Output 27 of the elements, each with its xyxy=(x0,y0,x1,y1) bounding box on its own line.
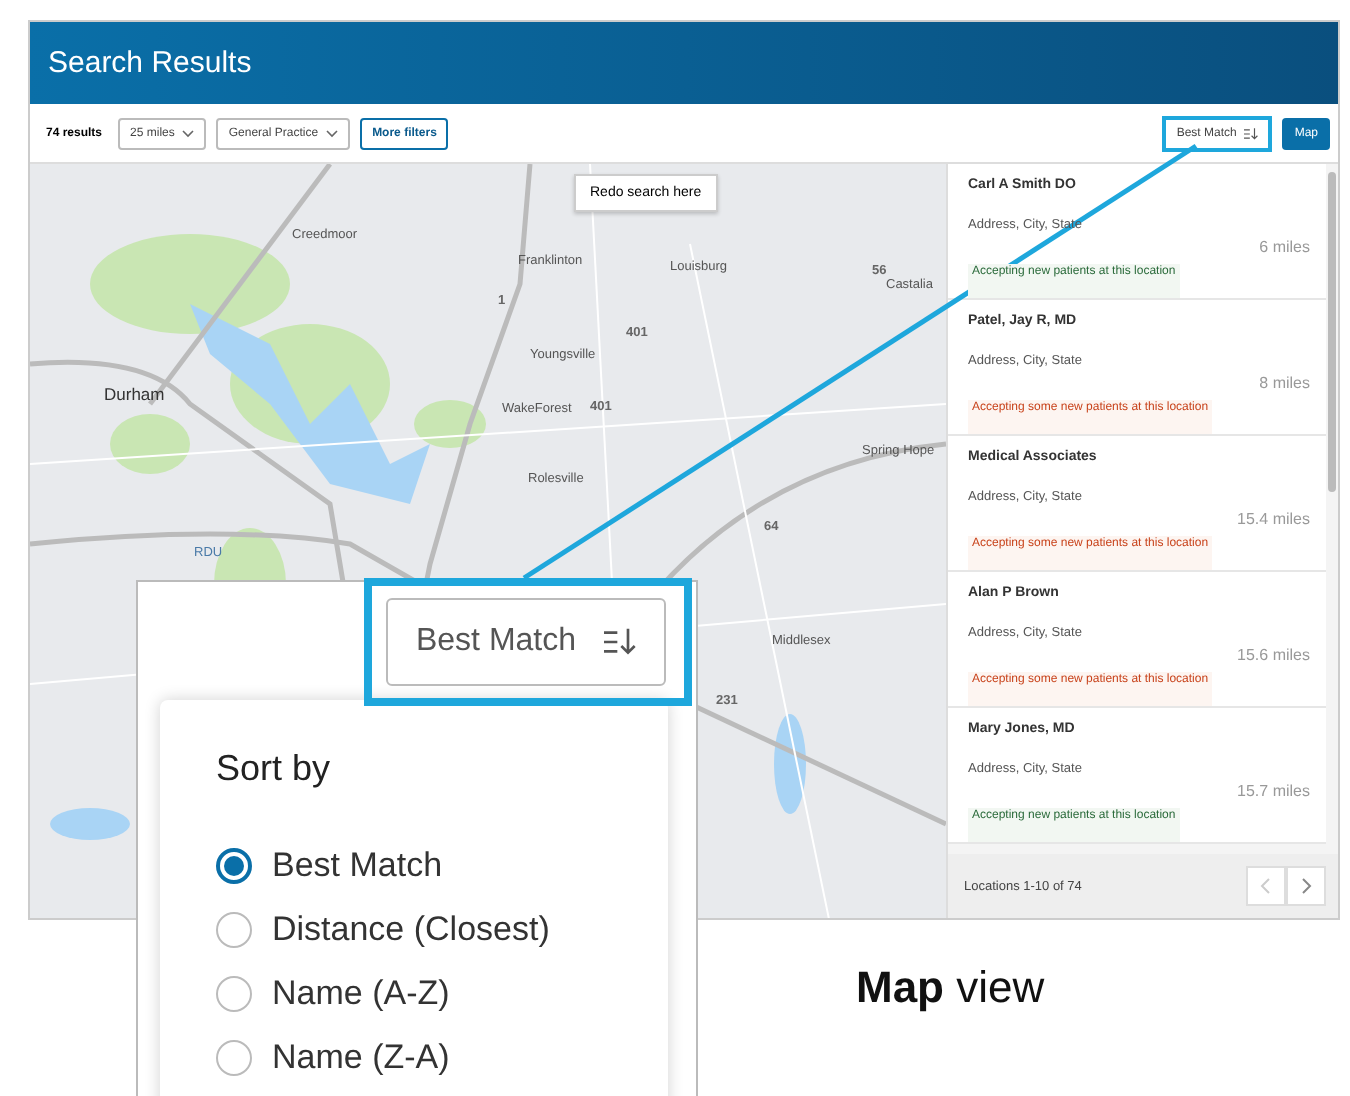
next-page-button[interactable] xyxy=(1286,866,1326,906)
chevron-left-icon xyxy=(1260,878,1272,894)
radio-button[interactable] xyxy=(216,976,252,1012)
previous-page-button[interactable] xyxy=(1246,866,1286,906)
chevron-right-icon xyxy=(1300,878,1312,894)
sort-icon xyxy=(604,628,637,656)
sort-option[interactable]: Name (A-Z) xyxy=(216,962,450,1026)
distance-text: 15.4 miles xyxy=(1237,509,1310,528)
radio-button[interactable] xyxy=(216,1040,252,1076)
distance-text: 15.7 miles xyxy=(1237,781,1310,800)
sort-option[interactable]: Distance (Closest) xyxy=(216,898,550,962)
sort-button[interactable]: Best Match xyxy=(386,598,666,686)
chevron-down-icon xyxy=(326,129,339,137)
distance-text: 6 miles xyxy=(1259,237,1310,256)
sort-option[interactable]: Best Match xyxy=(216,834,443,898)
sort-icon xyxy=(1244,127,1259,139)
sort-option[interactable]: Name (Z-A) xyxy=(216,1026,450,1090)
dropdown-title: Sort by xyxy=(216,748,333,790)
radio-button[interactable] xyxy=(216,912,252,948)
chevron-down-icon xyxy=(182,129,195,137)
distance-text: 8 miles xyxy=(1259,373,1310,392)
caption: Map view xyxy=(856,962,1045,1014)
scrollbar[interactable] xyxy=(1328,172,1336,492)
radio-button[interactable] xyxy=(216,848,252,884)
map-label: Durham xyxy=(104,384,165,404)
distance-text: 15.6 miles xyxy=(1237,645,1310,664)
page-title: Search Results xyxy=(48,46,252,80)
